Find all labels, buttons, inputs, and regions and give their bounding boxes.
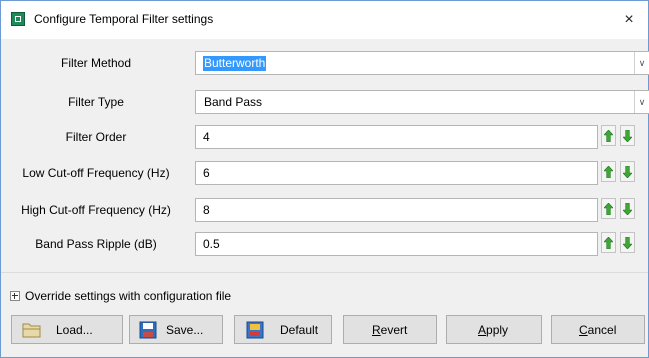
ripple-label: Band Pass Ripple (dB) — [35, 237, 157, 251]
title-bar[interactable]: Configure Temporal Filter settings × — [1, 1, 648, 39]
save-button[interactable]: Save... — [129, 315, 223, 344]
load-button[interactable]: Load... — [11, 315, 123, 344]
filter-type-value: Band Pass — [204, 95, 263, 109]
default-button[interactable]: Default — [234, 315, 332, 344]
folder-icon — [22, 323, 41, 338]
cancel-button-label: Cancel — [579, 323, 617, 337]
low-cutoff-field[interactable] — [195, 161, 598, 185]
app-icon — [11, 12, 25, 26]
cancel-button[interactable]: Cancel — [551, 315, 645, 344]
arrow-down-icon — [623, 130, 632, 142]
expand-plus-icon[interactable] — [10, 290, 20, 301]
filter-method-label: Filter Method — [60, 56, 132, 70]
high-cutoff-decrement-button[interactable] — [620, 198, 635, 219]
high-cutoff-field[interactable] — [195, 198, 598, 222]
default-settings-icon — [246, 321, 264, 339]
arrow-up-icon — [604, 166, 613, 178]
arrow-up-icon — [604, 203, 613, 215]
revert-button[interactable]: Revert — [343, 315, 437, 344]
filter-type-select[interactable]: Band Pass ∨ — [195, 90, 649, 114]
high-cutoff-label: High Cut-off Frequency (Hz) — [21, 203, 171, 217]
arrow-down-icon — [623, 237, 632, 249]
arrow-up-icon — [604, 237, 613, 249]
chevron-down-icon[interactable]: ∨ — [634, 52, 649, 74]
override-settings-label: Override settings with configuration fil… — [25, 289, 232, 303]
low-cutoff-label: Low Cut-off Frequency (Hz) — [22, 166, 170, 180]
ripple-decrement-button[interactable] — [620, 232, 635, 253]
apply-button[interactable]: Apply — [446, 315, 542, 344]
filter-order-label: Filter Order — [65, 130, 127, 144]
high-cutoff-increment-button[interactable] — [601, 198, 616, 219]
ripple-field[interactable] — [195, 232, 598, 256]
low-cutoff-input[interactable] — [196, 162, 597, 184]
filter-order-increment-button[interactable] — [601, 125, 616, 146]
filter-method-value: Butterworth — [203, 56, 267, 71]
divider — [1, 272, 648, 273]
low-cutoff-increment-button[interactable] — [601, 161, 616, 182]
override-settings-toggle[interactable]: Override settings with configuration fil… — [10, 289, 231, 303]
filter-type-label: Filter Type — [68, 95, 124, 109]
arrow-up-icon — [604, 130, 613, 142]
ripple-input[interactable] — [196, 233, 597, 255]
filter-order-field[interactable] — [195, 125, 598, 149]
load-button-label: Load... — [56, 323, 93, 337]
filter-order-decrement-button[interactable] — [620, 125, 635, 146]
filter-order-input[interactable] — [196, 126, 597, 148]
default-button-label: Default — [280, 323, 319, 337]
arrow-down-icon — [623, 166, 632, 178]
filter-method-select[interactable]: Butterworth ∨ — [195, 51, 649, 75]
revert-button-label: Revert — [372, 323, 408, 337]
window-title: Configure Temporal Filter settings — [34, 12, 214, 26]
high-cutoff-input[interactable] — [196, 199, 597, 221]
arrow-down-icon — [623, 203, 632, 215]
save-button-label: Save... — [166, 323, 204, 337]
ripple-increment-button[interactable] — [601, 232, 616, 253]
low-cutoff-decrement-button[interactable] — [620, 161, 635, 182]
apply-button-label: Apply — [478, 323, 509, 337]
close-icon[interactable]: × — [616, 7, 642, 33]
chevron-down-icon[interactable]: ∨ — [634, 91, 649, 113]
dialog-window: Configure Temporal Filter settings × Fil… — [0, 0, 649, 358]
floppy-disk-icon — [139, 321, 157, 339]
